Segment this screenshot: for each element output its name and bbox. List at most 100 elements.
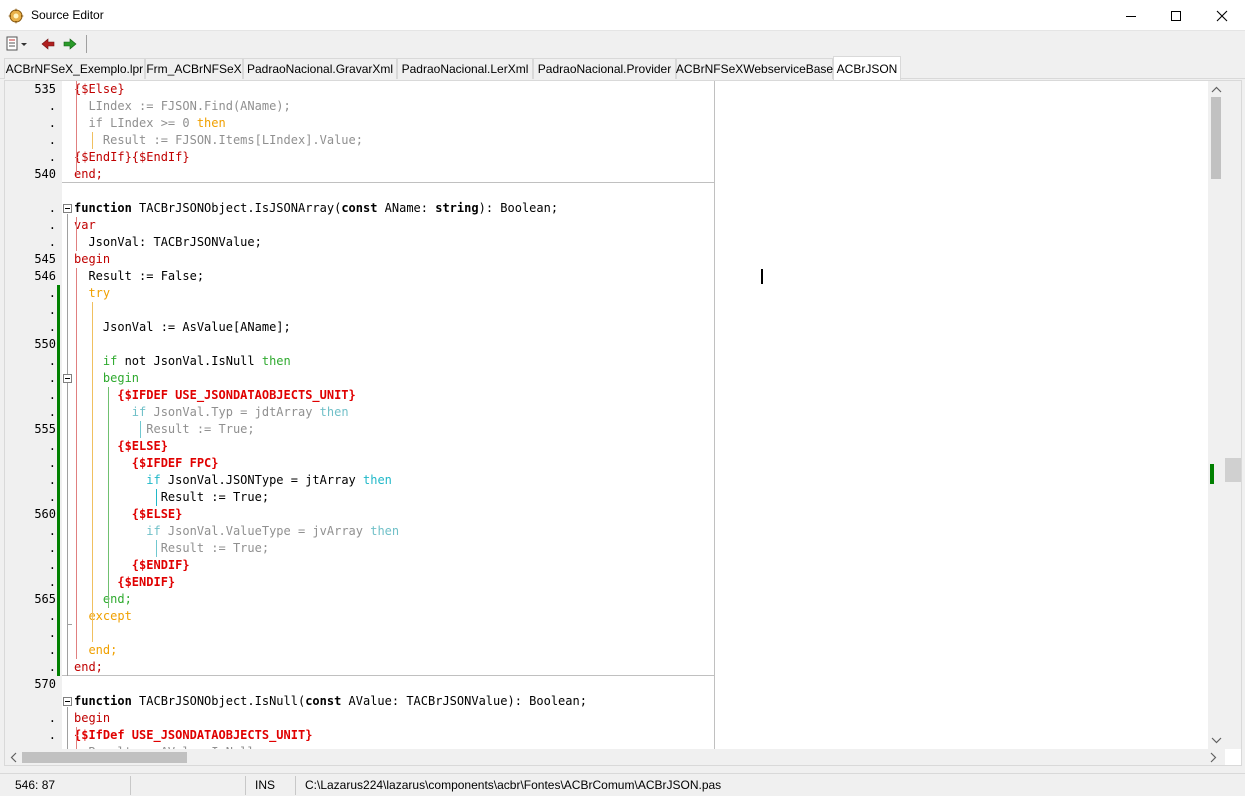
- jump-back-button[interactable]: [40, 35, 56, 53]
- code-line: Result := True;: [74, 541, 270, 555]
- arrow-left-icon: [41, 38, 55, 50]
- tab-acbrnfsex-exemplo[interactable]: ACBrNFSeX_Exemplo.lpr: [4, 58, 145, 79]
- code-line: Result := True;: [74, 490, 270, 504]
- line-number: 540: [34, 167, 56, 181]
- code-line: function TACBrJSONObject.IsNull(const AV…: [74, 694, 587, 708]
- fold-toggle-icon[interactable]: [63, 374, 72, 383]
- indent-guide: [76, 217, 77, 251]
- maximize-button[interactable]: [1153, 0, 1199, 31]
- cursor-position: 546: 87: [15, 778, 56, 792]
- fold-toggle-icon[interactable]: [63, 204, 72, 213]
- line-number: 535: [34, 82, 56, 96]
- indent-guide: [156, 489, 157, 506]
- scroll-left-icon: [10, 752, 17, 763]
- line-number: .: [48, 371, 56, 385]
- tab-padraonacional-lerxml[interactable]: PadraoNacional.LerXml: [397, 58, 533, 79]
- line-number: [5, 693, 56, 710]
- source-editor[interactable]: 535.... 540... 545 546... 550.... 555.... 560.…: [4, 80, 1242, 766]
- code-line: {$IFDEF USE_JSONDATAOBJECTS_UNIT}: [74, 388, 356, 402]
- tab-padraonacional-gravarxml[interactable]: PadraoNacional.GravarXml: [243, 58, 397, 79]
- line-number: 545: [34, 252, 56, 266]
- line-number: .: [48, 609, 56, 623]
- code-line: {$IfDef USE_JSONDATAOBJECTS_UNIT}: [74, 728, 313, 742]
- horizontal-scroll-thumb[interactable]: [22, 752, 187, 763]
- code-line: Result := True;: [74, 422, 255, 436]
- tab-acbrnfsexwebservicebase[interactable]: ACBrNFSeXWebserviceBase: [676, 58, 833, 79]
- minimize-button[interactable]: [1108, 0, 1154, 31]
- line-number: .: [48, 490, 56, 504]
- indent-guide: [108, 387, 109, 608]
- maximize-icon: [1171, 10, 1181, 21]
- indent-guide: [76, 268, 77, 659]
- toolbar-separator: [86, 35, 87, 53]
- jump-forward-button[interactable]: [62, 35, 78, 53]
- vertical-scroll-thumb[interactable]: [1211, 97, 1221, 179]
- code-line: JsonVal: TACBrJSONValue;: [74, 235, 262, 249]
- line-number: .: [48, 235, 56, 249]
- line-number: 555: [34, 422, 56, 436]
- code-line: var: [74, 218, 96, 232]
- code-line: end;: [74, 592, 132, 606]
- scroll-down-icon: [1211, 737, 1222, 744]
- code-line: Result := False;: [74, 269, 205, 283]
- tab-label: PadraoNacional.LerXml: [401, 62, 529, 76]
- line-number: .: [48, 150, 56, 164]
- line-number: .: [48, 439, 56, 453]
- indent-guide: [76, 727, 77, 749]
- indent-guide: [140, 421, 141, 438]
- line-number: 570: [34, 677, 56, 691]
- line-number: .: [48, 626, 56, 640]
- line-number: .: [48, 728, 56, 742]
- indent-guide: [92, 625, 93, 642]
- toolbar: [0, 31, 1245, 57]
- line-number: 546: [34, 269, 56, 283]
- code-line: end;: [74, 167, 103, 181]
- code-area[interactable]: {$Else} LIndex := FJSON.Find(AName); if …: [74, 81, 714, 749]
- right-margin-line: [714, 81, 715, 749]
- line-number: .: [48, 558, 56, 572]
- line-number: 560: [34, 507, 56, 521]
- tab-label: ACBrJSON: [836, 61, 898, 76]
- minimize-icon: [1126, 15, 1136, 17]
- code-line: except: [74, 609, 132, 623]
- code-line: end;: [74, 660, 103, 674]
- tab-padraonacional-provider[interactable]: PadraoNacional.Provider: [533, 58, 676, 79]
- line-number: .: [48, 320, 56, 334]
- code-line: begin: [74, 711, 111, 725]
- fold-line: [67, 624, 72, 625]
- vertical-scrollbar[interactable]: [1208, 81, 1225, 749]
- code-line: JsonVal := AsValue[AName];: [74, 320, 291, 334]
- title-bar: Source Editor: [0, 0, 1245, 31]
- file-tabs: ACBrNFSeX_Exemplo.lpr Frm_ACBrNFSeX Padr…: [0, 56, 1245, 80]
- horizontal-scrollbar[interactable]: [5, 749, 1225, 765]
- code-line: {$ENDIF}: [74, 575, 176, 589]
- editor-menu-button[interactable]: [5, 35, 29, 53]
- code-line: {$EndIf}{$EndIf}: [74, 150, 190, 164]
- indent-guide: [156, 540, 157, 557]
- fold-line: [67, 707, 68, 749]
- line-number: .: [48, 405, 56, 419]
- line-number: .: [48, 388, 56, 402]
- line-number: .: [48, 643, 56, 657]
- fold-line: [67, 384, 68, 624]
- overview-ruler[interactable]: [1225, 81, 1241, 749]
- code-line: if JsonVal.Typ = jdtArray then: [131, 405, 349, 419]
- tab-frm-acbrnfsex[interactable]: Frm_ACBrNFSeX: [145, 58, 243, 79]
- fold-toggle-icon[interactable]: [63, 697, 72, 706]
- status-separator: [245, 776, 246, 795]
- code-line: if JsonVal.ValueType = jvArray then: [146, 524, 400, 538]
- line-number: .: [48, 473, 56, 487]
- scroll-right-icon: [1210, 752, 1217, 763]
- overview-ruler-thumb[interactable]: [1225, 458, 1241, 482]
- tab-label: ACBrNFSeXWebserviceBase: [675, 62, 834, 76]
- window-title: Source Editor: [31, 8, 104, 22]
- tab-acbrjson[interactable]: ACBrJSON: [833, 56, 901, 80]
- indent-guide: [92, 302, 93, 642]
- code-line: begin: [74, 371, 140, 385]
- line-number: [5, 183, 56, 200]
- arrow-right-icon: [63, 38, 77, 50]
- tab-label: ACBrNFSeX_Exemplo.lpr: [5, 62, 144, 76]
- close-button[interactable]: [1199, 0, 1245, 31]
- code-line: begin: [74, 252, 111, 266]
- code-line: if JsonVal.JSONType = jtArray then: [146, 473, 392, 487]
